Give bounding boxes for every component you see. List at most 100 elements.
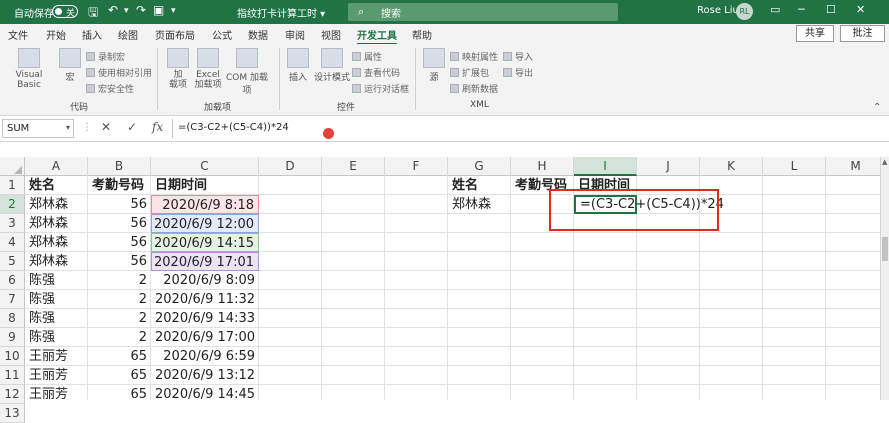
table-cell-id[interactable]: 56 [88,214,151,233]
tab-formulas[interactable]: 公式 [212,27,232,42]
table-cell-datetime[interactable]: 2020/6/9 6:59 [151,347,259,366]
enter-icon[interactable]: ✓ [127,120,137,134]
table-cell-name[interactable]: 郑林森 [25,195,88,214]
table-cell-datetime[interactable]: 2020/6/9 14:33 [151,309,259,328]
table-cell-name[interactable]: 王丽芳 [25,347,88,366]
table-cell-name[interactable]: 郑林森 [25,214,88,233]
row-header-7[interactable]: 7 [0,290,25,309]
expansion-pack-button[interactable]: 扩展包 [450,66,489,79]
header-cell-datetime[interactable]: 日期时间 [151,176,259,195]
tab-home[interactable]: 开始 [46,27,66,42]
tab-file[interactable]: 文件 [8,27,28,42]
row-header-5[interactable]: 5 [0,252,25,271]
column-header-c[interactable]: C [151,157,259,176]
table-cell-name[interactable]: 陈强 [25,271,88,290]
table-cell-id[interactable]: 56 [88,252,151,271]
row-header-4[interactable]: 4 [0,233,25,252]
tab-help[interactable]: 帮助 [412,27,432,42]
column-header-e[interactable]: E [322,157,385,176]
column-header-f[interactable]: F [385,157,448,176]
table-cell-datetime[interactable]: 2020/6/9 17:00 [151,328,259,347]
addins-button[interactable]: 加 载项 [164,48,192,90]
ribbon-display-icon[interactable]: ▭ [770,3,780,16]
table-cell-id[interactable]: 65 [88,366,151,385]
import-button[interactable]: 导入 [503,50,533,63]
table-cell-datetime[interactable]: 2020/6/9 13:12 [151,366,259,385]
table-cell-id[interactable]: 2 [88,309,151,328]
table-cell-id[interactable]: 56 [88,233,151,252]
table-cell-id[interactable]: 2 [88,328,151,347]
row-header-8[interactable]: 8 [0,309,25,328]
refresh-data-button[interactable]: 刷新数据 [450,82,498,95]
column-header-k[interactable]: K [700,157,763,176]
column-header-m[interactable]: M [826,157,886,176]
avatar[interactable]: RL [736,3,753,20]
share-button[interactable]: 共享 [796,25,834,42]
vertical-scrollbar[interactable]: ▲ [880,157,889,400]
view-code-button[interactable]: 查看代码 [352,66,400,79]
comment-button[interactable]: 批注 [840,25,885,42]
table-cell-name[interactable]: 陈强 [25,290,88,309]
app-icon[interactable]: ▣ [153,3,164,17]
column-header-g[interactable]: G [448,157,511,176]
properties-button[interactable]: 属性 [352,50,382,63]
select-all-button[interactable] [0,157,25,176]
table-cell-name[interactable]: 王丽芳 [25,385,88,400]
minimize-icon[interactable]: ─ [798,3,805,16]
worksheet-grid[interactable]: 姓名 考勤号码 日期时间 郑林森 56 2020/6/9 8:18 郑林森 56 2020/6/… [25,176,880,400]
table-cell-datetime[interactable]: 2020/6/9 17:01 [151,252,259,271]
tab-developer[interactable]: 开发工具 [357,27,397,45]
com-addins-button[interactable]: COM 加载项 [222,48,272,96]
table-cell-name[interactable]: 陈强 [25,328,88,347]
name-box[interactable]: SUM ▾ [2,119,74,138]
summary-header-name[interactable]: 姓名 [448,176,511,195]
table-cell-name[interactable]: 郑林森 [25,252,88,271]
visual-basic-button[interactable]: Visual Basic [4,48,54,90]
excel-addins-button[interactable]: Excel 加载项 [193,48,223,90]
chevron-down-icon[interactable]: ▾ [66,123,70,132]
save-icon[interactable]: 🖫 [88,3,98,24]
row-header-6[interactable]: 6 [0,271,25,290]
column-header-l[interactable]: L [763,157,826,176]
column-header-a[interactable]: A [25,157,88,176]
customize-toolbar-icon[interactable]: ▾ [171,6,176,16]
scroll-up-icon[interactable]: ▲ [882,158,887,166]
export-button[interactable]: 导出 [503,66,533,79]
table-cell-datetime[interactable]: 2020/6/9 8:18 [151,195,259,214]
map-properties-button[interactable]: 映射属性 [450,50,498,63]
row-header-2[interactable]: 2 [0,195,25,214]
table-cell-datetime[interactable]: 2020/6/9 14:15 [151,233,259,252]
table-cell-datetime[interactable]: 2020/6/9 8:09 [151,271,259,290]
tab-review[interactable]: 审阅 [285,27,305,42]
search-box[interactable]: ⌕ 搜索 [348,3,618,21]
header-cell-id[interactable]: 考勤号码 [88,176,151,195]
table-cell-name[interactable]: 郑林森 [25,233,88,252]
header-cell-name[interactable]: 姓名 [25,176,88,195]
row-header-12[interactable]: 12 [0,385,25,404]
run-dialog-button[interactable]: 运行对话框 [352,82,409,95]
design-mode-button[interactable]: 设计模式 [313,48,351,83]
table-cell-id[interactable]: 65 [88,347,151,366]
row-header-10[interactable]: 10 [0,347,25,366]
relative-reference-button[interactable]: 使用相对引用 [86,66,152,79]
macros-button[interactable]: 宏 [58,48,82,83]
macro-security-button[interactable]: 宏安全性 [86,82,134,95]
xml-source-button[interactable]: 源 [422,48,446,83]
undo-dropdown-icon[interactable]: ▾ [124,6,129,16]
undo-icon[interactable]: ↶ [108,3,118,17]
tab-page-layout[interactable]: 页面布局 [155,27,195,42]
close-icon[interactable]: ✕ [856,3,865,16]
row-header-3[interactable]: 3 [0,214,25,233]
formula-input[interactable]: =(C3-C2+(C5-C4))*24 [172,119,889,138]
row-header-11[interactable]: 11 [0,366,25,385]
table-cell-id[interactable]: 65 [88,385,151,400]
tab-insert[interactable]: 插入 [82,27,102,42]
tab-draw[interactable]: 绘图 [118,27,138,42]
tab-data[interactable]: 数据 [248,27,268,42]
table-cell-id[interactable]: 2 [88,290,151,309]
scrollbar-thumb[interactable] [882,237,888,261]
collapse-ribbon-icon[interactable]: ⌃ [873,102,881,113]
document-title[interactable]: 指纹打卡计算工时 ▾ [237,5,325,20]
insert-control-button[interactable]: 插入 [285,48,311,83]
insert-function-icon[interactable]: fx [152,120,163,134]
